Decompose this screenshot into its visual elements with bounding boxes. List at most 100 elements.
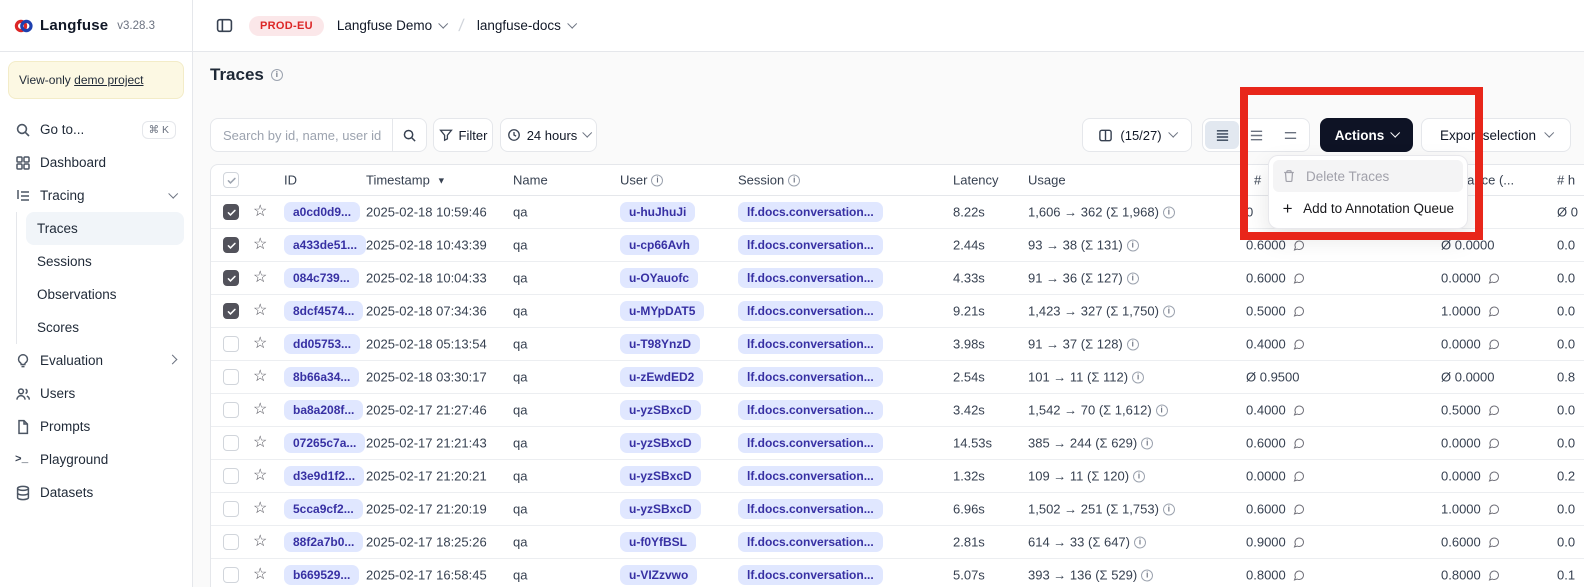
col-header-id[interactable]: ID (284, 173, 297, 188)
demo-project-link[interactable]: demo project (74, 73, 143, 87)
trace-id-badge[interactable]: 5cca9cf2... (284, 499, 363, 519)
user-badge[interactable]: u-VIZzvwo (620, 565, 697, 585)
trace-id-badge[interactable]: 07265c7a... (284, 433, 365, 453)
table-row[interactable]: ☆8b66a34...2025-02-18 03:30:17qau-zEwdED… (211, 361, 1584, 394)
user-badge[interactable]: u-T98YnzD (620, 334, 700, 354)
table-row[interactable]: ☆d3e9d1f2...2025-02-17 21:20:21qau-yzSBx… (211, 460, 1584, 493)
user-badge[interactable]: u-f0YfBSL (620, 532, 696, 552)
actions-button[interactable]: Actions (1320, 118, 1413, 152)
sidebar-item-traces[interactable]: Traces (26, 212, 184, 245)
row-checkbox[interactable] (223, 303, 239, 319)
export-selection-button[interactable]: Export selection (1421, 118, 1571, 152)
row-checkbox[interactable] (223, 336, 239, 352)
user-badge[interactable]: u-cp66Avh (620, 235, 699, 255)
row-height-small-button[interactable] (1205, 121, 1239, 149)
session-badge[interactable]: lf.docs.conversation... (738, 565, 883, 585)
info-icon[interactable]: i (271, 69, 283, 81)
star-icon[interactable]: ☆ (253, 369, 267, 385)
star-icon[interactable]: ☆ (253, 336, 267, 352)
time-range-button[interactable]: 24 hours (500, 118, 597, 152)
row-checkbox[interactable] (223, 567, 239, 583)
col-header-score3[interactable]: # h (1557, 173, 1575, 188)
col-header-score1[interactable]: # (1254, 173, 1261, 188)
row-checkbox[interactable] (223, 501, 239, 517)
row-checkbox[interactable] (223, 270, 239, 286)
session-badge[interactable]: lf.docs.conversation... (738, 466, 883, 486)
star-icon[interactable]: ☆ (253, 303, 267, 319)
col-header-usage[interactable]: Usage (1028, 173, 1066, 188)
trace-id-badge[interactable]: b669529... (284, 565, 359, 585)
sidebar-item-observations[interactable]: Observations (26, 278, 184, 311)
col-header-user[interactable]: User i (620, 173, 663, 188)
user-badge[interactable]: u-OYauofc (620, 268, 698, 288)
session-badge[interactable]: lf.docs.conversation... (738, 367, 883, 387)
session-badge[interactable]: lf.docs.conversation... (738, 268, 883, 288)
session-badge[interactable]: lf.docs.conversation... (738, 334, 883, 354)
trace-id-badge[interactable]: d3e9d1f2... (284, 466, 364, 486)
user-badge[interactable]: u-yzSBxcD (620, 466, 701, 486)
trace-id-badge[interactable]: dd05753... (284, 334, 360, 354)
row-checkbox[interactable] (223, 204, 239, 220)
user-badge[interactable]: u-yzSBxcD (620, 400, 701, 420)
table-row[interactable]: ☆88f2a7b0...2025-02-17 18:25:26qau-f0YfB… (211, 526, 1584, 559)
trace-id-badge[interactable]: 084c739... (284, 268, 359, 288)
row-checkbox[interactable] (223, 435, 239, 451)
table-row[interactable]: ☆ba8a208f...2025-02-17 21:27:46qau-yzSBx… (211, 394, 1584, 427)
org-switcher[interactable]: Langfuse Demo (337, 18, 446, 33)
sidebar-item-scores[interactable]: Scores (26, 311, 184, 344)
session-badge[interactable]: lf.docs.conversation... (738, 400, 883, 420)
row-checkbox[interactable] (223, 237, 239, 253)
sidebar-item-evaluation[interactable]: Evaluation (4, 344, 188, 377)
user-badge[interactable]: u-yzSBxcD (620, 433, 701, 453)
sidebar-item-tracing[interactable]: Tracing (4, 179, 188, 212)
star-icon[interactable]: ☆ (253, 204, 267, 220)
col-header-session[interactable]: Session i (738, 173, 800, 188)
table-row[interactable]: ☆8dcf4574...2025-02-18 07:34:36qau-MYpDA… (211, 295, 1584, 328)
session-badge[interactable]: lf.docs.conversation... (738, 433, 883, 453)
session-badge[interactable]: lf.docs.conversation... (738, 499, 883, 519)
search-input[interactable] (211, 128, 392, 143)
trace-id-badge[interactable]: 8b66a34... (284, 367, 359, 387)
star-icon[interactable]: ☆ (253, 402, 267, 418)
col-header-latency[interactable]: Latency (953, 173, 999, 188)
sidebar-item-prompts[interactable]: Prompts (4, 410, 188, 443)
project-switcher[interactable]: langfuse-docs (477, 18, 575, 33)
table-row[interactable]: ☆b669529...2025-02-17 16:58:45qau-VIZzvw… (211, 559, 1584, 587)
star-icon[interactable]: ☆ (253, 468, 267, 484)
session-badge[interactable]: lf.docs.conversation... (738, 235, 883, 255)
goto-search[interactable]: Go to... ⌘ K (4, 113, 188, 146)
star-icon[interactable]: ☆ (253, 567, 267, 583)
table-row[interactable]: ☆5cca9cf2...2025-02-17 21:20:19qau-yzSBx… (211, 493, 1584, 526)
col-header-timestamp[interactable]: Timestamp ▼ (366, 173, 446, 188)
row-height-medium-button[interactable] (1239, 121, 1273, 149)
row-checkbox[interactable] (223, 468, 239, 484)
menu-item-add-to-annotation-queue[interactable]: + Add to Annotation Queue (1273, 192, 1463, 224)
row-checkbox[interactable] (223, 534, 239, 550)
sidebar-item-users[interactable]: Users (4, 377, 188, 410)
filter-button[interactable]: Filter (433, 118, 493, 152)
user-badge[interactable]: u-huJhuJi (620, 202, 695, 222)
sidebar-item-datasets[interactable]: Datasets (4, 476, 188, 509)
sidebar-item-sessions[interactable]: Sessions (26, 245, 184, 278)
select-all-checkbox[interactable] (223, 172, 239, 188)
session-badge[interactable]: lf.docs.conversation... (738, 202, 883, 222)
star-icon[interactable]: ☆ (253, 534, 267, 550)
trace-id-badge[interactable]: ba8a208f... (284, 400, 363, 420)
sidebar-item-playground[interactable]: >_ Playground (4, 443, 188, 476)
user-badge[interactable]: u-zEwdED2 (620, 367, 703, 387)
row-checkbox[interactable] (223, 402, 239, 418)
star-icon[interactable]: ☆ (253, 237, 267, 253)
session-badge[interactable]: lf.docs.conversation... (738, 532, 883, 552)
trace-id-badge[interactable]: 88f2a7b0... (284, 532, 363, 552)
star-icon[interactable]: ☆ (253, 435, 267, 451)
user-badge[interactable]: u-MYpDAT5 (620, 301, 704, 321)
table-row[interactable]: ☆dd05753...2025-02-18 05:13:54qau-T98Ynz… (211, 328, 1584, 361)
column-visibility-button[interactable]: (15/27) (1082, 118, 1192, 152)
row-height-large-button[interactable] (1273, 121, 1307, 149)
menu-item-delete-traces[interactable]: Delete Traces (1273, 160, 1463, 192)
session-badge[interactable]: lf.docs.conversation... (738, 301, 883, 321)
trace-id-badge[interactable]: a0cd0d9... (284, 202, 360, 222)
star-icon[interactable]: ☆ (253, 270, 267, 286)
search-submit[interactable] (392, 119, 426, 151)
row-checkbox[interactable] (223, 369, 239, 385)
